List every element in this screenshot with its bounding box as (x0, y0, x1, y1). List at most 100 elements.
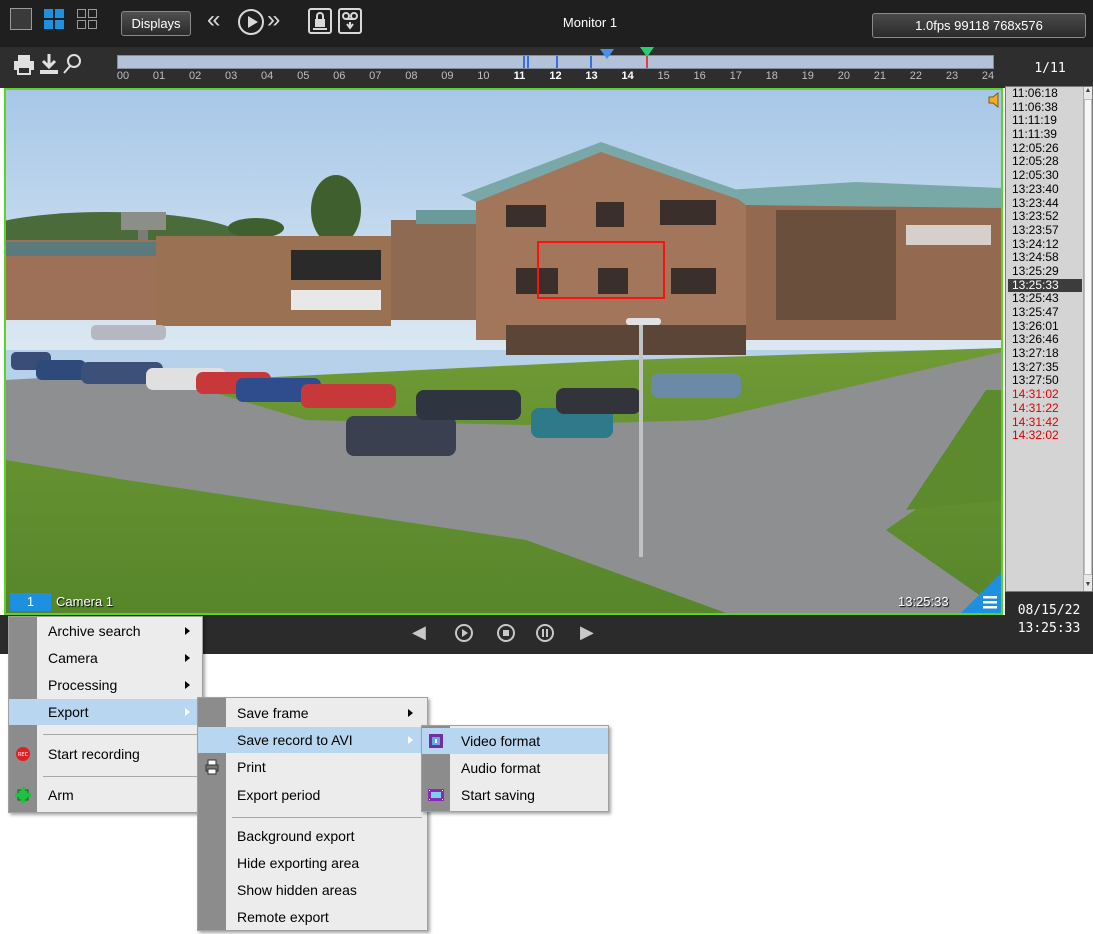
event-list-item[interactable]: 13:24:12 (1008, 237, 1082, 252)
event-list-item[interactable]: 13:24:58 (1008, 251, 1082, 265)
event-list-item[interactable]: 13:23:52 (1008, 209, 1082, 224)
download-icon[interactable] (38, 52, 60, 82)
timeline-tick: 22 (909, 70, 923, 82)
printer-icon[interactable] (12, 52, 36, 82)
event-list-item[interactable]: 11:11:39 (1008, 127, 1082, 142)
event-list-item[interactable]: 12:05:30 (1008, 168, 1082, 183)
speaker-icon[interactable] (987, 92, 1001, 108)
fast-forward-icon[interactable]: » (267, 6, 280, 34)
camera-image (6, 90, 1001, 613)
timeline-tick: 17 (729, 70, 742, 82)
timeline-tick: 16 (693, 70, 706, 82)
menu-item-export-period[interactable]: Export period (198, 782, 427, 808)
arm-icon (15, 787, 31, 803)
event-list-item[interactable]: 13:25:29 (1008, 264, 1082, 279)
menu-item-video-format[interactable]: Video format (422, 728, 608, 754)
current-datetime: 08/15/22 13:25:33 (1005, 592, 1093, 654)
menu-item-save-record-avi[interactable]: Save record to AVI (198, 727, 427, 753)
hamburger-menu-icon[interactable] (972, 574, 1004, 614)
event-list-item[interactable]: 14:31:02 (1008, 387, 1082, 402)
displays-button[interactable]: Displays (121, 11, 191, 36)
page-counter: 1/11 (1034, 61, 1066, 76)
timeline-tick: 06 (333, 70, 346, 82)
event-list-item[interactable]: 13:27:18 (1008, 346, 1082, 361)
camera-context-menu: Archive search Camera Processing Export … (8, 616, 203, 813)
event-list-item[interactable]: 13:23:57 (1008, 223, 1082, 238)
timeline-tick: 08 (405, 70, 418, 82)
event-times: 11:06:18 11:06:38 11:11:19 11:11:39 12:05:26… (1008, 86, 1082, 443)
menu-item-show-hidden-areas[interactable]: Show hidden areas (198, 877, 427, 903)
stop-button-icon[interactable] (497, 624, 515, 642)
event-list-item[interactable]: 13:27:50 (1008, 374, 1082, 388)
timeline-tick: 05 (297, 70, 310, 82)
camera-number-badge[interactable]: 1 (10, 593, 51, 611)
event-list-item[interactable]: 13:25:33 (1008, 278, 1082, 293)
monitor-title: Monitor 1 (562, 15, 618, 30)
event-list-item[interactable]: 14:31:22 (1008, 401, 1082, 416)
event-list-item[interactable]: 13:26:46 (1008, 333, 1082, 347)
event-list-item[interactable]: 14:32:02 (1008, 428, 1082, 443)
menu-item-background-export[interactable]: Background export (198, 823, 427, 849)
menu-item-processing[interactable]: Processing (9, 672, 202, 698)
timeline-tick: 18 (765, 70, 778, 82)
timeline-tick: 00 (116, 70, 130, 82)
menu-item-remote-export[interactable]: Remote export (198, 904, 427, 930)
event-list-item[interactable]: 12:05:28 (1008, 155, 1082, 169)
timeline-tick: 03 (225, 70, 238, 82)
event-scrollbar[interactable]: ▲ ▼ (1083, 87, 1092, 591)
menu-item-hide-exporting-area[interactable]: Hide exporting area (198, 850, 427, 876)
play-button-icon[interactable] (455, 624, 473, 642)
event-list-item[interactable]: 13:23:44 (1008, 196, 1082, 211)
current-date: 08/15/22 (1017, 603, 1081, 618)
event-list-item[interactable]: 13:27:35 (1008, 360, 1082, 375)
current-time-marker (646, 56, 648, 68)
event-list-item[interactable]: 13:25:43 (1008, 292, 1082, 306)
timeline-tick: 09 (441, 70, 454, 82)
menu-item-save-frame[interactable]: Save frame (198, 700, 427, 726)
timeline-tick: 23 (945, 70, 959, 82)
event-list[interactable]: 11:06:18 11:06:38 11:11:19 11:11:39 12:05:26… (1005, 86, 1093, 592)
pause-button-icon[interactable] (536, 624, 554, 642)
event-list-item[interactable]: 13:23:40 (1008, 182, 1082, 197)
timeline-tick: 24 (981, 70, 995, 82)
timeline-tick: 04 (261, 70, 274, 82)
film-icon (428, 789, 444, 801)
lock-icon[interactable] (308, 8, 332, 34)
menu-item-camera[interactable]: Camera (9, 645, 202, 671)
scroll-thumb[interactable] (1084, 99, 1092, 575)
event-list-item[interactable]: 13:26:01 (1008, 319, 1082, 334)
menu-item-arm[interactable]: Arm (9, 782, 202, 808)
timeline-tick: 13 (585, 70, 598, 82)
rewind-icon[interactable]: « (207, 6, 220, 34)
scroll-down-icon[interactable]: ▼ (1084, 581, 1092, 591)
menu-item-export[interactable]: Export (9, 699, 202, 725)
menu-item-start-recording[interactable]: REC Start recording (9, 741, 202, 767)
timeline-tick: 10 (477, 70, 490, 82)
camera-name: Camera 1 (56, 594, 114, 609)
camera-view[interactable] (4, 88, 1003, 615)
camera-timestamp: 13:25:33 (898, 594, 949, 609)
event-list-item[interactable]: 11:06:38 (1008, 100, 1082, 115)
menu-item-start-saving[interactable]: Start saving (422, 782, 608, 808)
event-list-item[interactable]: 14:31:42 (1008, 415, 1082, 430)
menu-item-archive-search[interactable]: Archive search (9, 618, 202, 644)
playhead-marker[interactable] (600, 49, 614, 59)
next-frame-icon[interactable]: ▶ (580, 622, 594, 642)
menu-item-print[interactable]: Print (198, 754, 427, 780)
timeline-tick: 12 (549, 70, 562, 82)
multi-layout-icon[interactable] (76, 8, 98, 30)
tape-download-icon[interactable] (338, 8, 362, 34)
event-list-item[interactable]: 13:25:47 (1008, 305, 1082, 320)
search-icon[interactable] (62, 52, 84, 82)
scroll-up-icon[interactable]: ▲ (1084, 87, 1092, 97)
square-layout-icon[interactable] (10, 8, 32, 30)
quad-layout-icon[interactable] (43, 8, 65, 30)
timeline-track[interactable] (117, 55, 994, 69)
event-list-item[interactable]: 12:05:26 (1008, 141, 1082, 156)
event-list-item[interactable]: 11:11:19 (1008, 114, 1082, 128)
print-icon (205, 759, 219, 775)
event-list-item[interactable]: 11:06:18 (1008, 86, 1082, 101)
previous-frame-icon[interactable]: ◀ (412, 622, 426, 642)
menu-item-audio-format[interactable]: Audio format (422, 755, 608, 781)
play-icon[interactable] (238, 9, 264, 35)
